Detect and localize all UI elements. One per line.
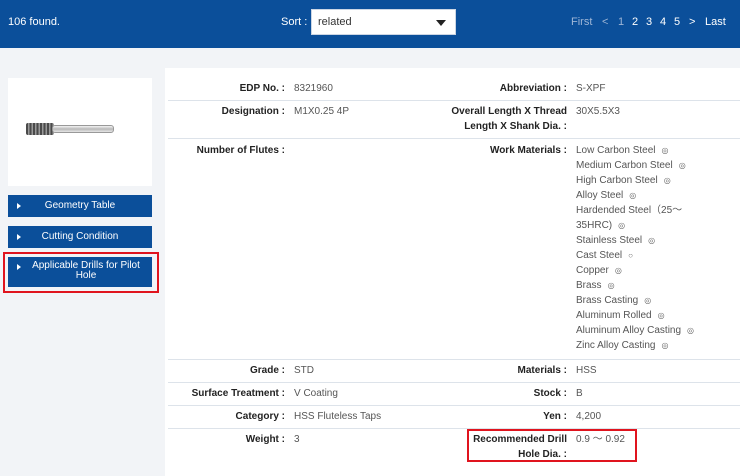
work-material-item: Zinc Alloy Casting ◎	[576, 340, 669, 351]
yen-label: Yen :	[543, 411, 567, 422]
pager-page-1[interactable]: 1	[618, 16, 624, 28]
tap-thread-graphic	[26, 123, 54, 135]
pager-last[interactable]: Last	[705, 16, 726, 28]
overall-length-label-line2: Length X Shank Dia. :	[464, 121, 567, 132]
stock-value: B	[576, 388, 583, 399]
designation-label: Designation :	[221, 106, 285, 117]
surface-treatment-label: Surface Treatment :	[191, 388, 285, 399]
work-material-item: Brass ◎	[576, 280, 615, 291]
pager-next[interactable]: >	[689, 16, 695, 28]
work-material-item: Aluminum Alloy Casting ◎	[576, 325, 695, 336]
work-material-item: Aluminum Rolled ◎	[576, 310, 665, 321]
geometry-table-label: Geometry Table	[44, 200, 116, 211]
work-material-item: High Carbon Steel ◎	[576, 175, 671, 186]
work-material-item: Low Carbon Steel ◎	[576, 145, 669, 156]
overall-length-value: 30X5.5X3	[576, 106, 620, 117]
rating-mark: ◎	[678, 161, 686, 170]
sort-value: related	[318, 16, 352, 28]
caret-right-icon	[17, 203, 21, 209]
surface-treatment-value: V Coating	[294, 388, 338, 399]
work-material-item: Cast Steel ○	[576, 250, 633, 261]
spacer	[0, 48, 740, 68]
geometry-table-button[interactable]: Geometry Table	[8, 195, 152, 217]
divider	[168, 405, 740, 406]
work-material-item: 35HRC) ◎	[576, 220, 626, 231]
rating-mark: ◎	[663, 176, 671, 185]
divider	[168, 138, 740, 139]
work-material-item: Copper ◎	[576, 265, 622, 276]
rating-mark: ◎	[618, 221, 626, 230]
rating-mark: ◎	[614, 266, 622, 275]
work-material-item: Stainless Steel ◎	[576, 235, 656, 246]
grade-value: STD	[294, 365, 314, 376]
tap-shank-graphic	[52, 125, 114, 133]
product-image[interactable]	[8, 78, 152, 186]
abbreviation-value: S-XPF	[576, 83, 606, 94]
work-material-item: Alloy Steel ◎	[576, 190, 637, 201]
cutting-condition-label: Cutting Condition	[41, 231, 119, 242]
pager-prev[interactable]: <	[602, 16, 608, 28]
rating-mark: ◎	[661, 341, 669, 350]
materials-value: HSS	[576, 365, 597, 376]
rating-mark: ◎	[644, 296, 652, 305]
overall-length-label-line1: Overall Length X Thread	[451, 106, 567, 117]
weight-label: Weight :	[245, 434, 285, 445]
edp-label: EDP No. :	[239, 83, 285, 94]
divider	[168, 100, 740, 101]
work-material-item: Hardended Steel（25～	[576, 205, 683, 216]
edp-value: 8321960	[294, 83, 333, 94]
rating-mark: ◎	[657, 311, 665, 320]
divider	[168, 382, 740, 383]
stock-label: Stock :	[533, 388, 567, 399]
flutes-label: Number of Flutes :	[196, 145, 285, 156]
sort-select[interactable]: related	[311, 9, 456, 35]
divider	[168, 428, 740, 429]
rating-mark: ◎	[687, 326, 695, 335]
yen-value: 4,200	[576, 411, 602, 422]
grade-label: Grade :	[249, 365, 285, 376]
work-material-item: Brass Casting ◎	[576, 295, 652, 306]
pager-page-3[interactable]: 3	[646, 16, 652, 28]
highlight-box-drill-dia	[467, 429, 637, 462]
results-header: 106 found. Sort : related First < 1 2 3 …	[0, 0, 740, 48]
caret-right-icon	[17, 234, 21, 240]
materials-label: Materials :	[517, 365, 567, 376]
pager-page-2[interactable]: 2	[632, 16, 638, 28]
cutting-condition-button[interactable]: Cutting Condition	[8, 226, 152, 248]
divider	[168, 359, 740, 360]
pager-page-4[interactable]: 4	[660, 16, 666, 28]
sort-label: Sort :	[281, 16, 308, 28]
work-materials-label: Work Materials :	[489, 145, 567, 156]
rating-mark: ◎	[629, 191, 637, 200]
rating-mark: ◎	[661, 146, 669, 155]
designation-value: M1X0.25 4P	[294, 106, 350, 117]
chevron-down-icon	[436, 20, 446, 26]
pager-page-5[interactable]: 5	[674, 16, 680, 28]
abbreviation-label: Abbreviation :	[499, 83, 567, 94]
category-value: HSS Fluteless Taps	[294, 411, 382, 422]
category-label: Category :	[235, 411, 285, 422]
weight-value: 3	[294, 434, 300, 445]
rating-mark: ○	[628, 251, 633, 260]
results-count: 106 found.	[8, 16, 60, 28]
highlight-box-drills-button	[3, 252, 159, 293]
pager-first[interactable]: First	[571, 16, 592, 28]
work-material-item: Medium Carbon Steel ◎	[576, 160, 686, 171]
rating-mark: ◎	[648, 236, 656, 245]
rating-mark: ◎	[607, 281, 615, 290]
